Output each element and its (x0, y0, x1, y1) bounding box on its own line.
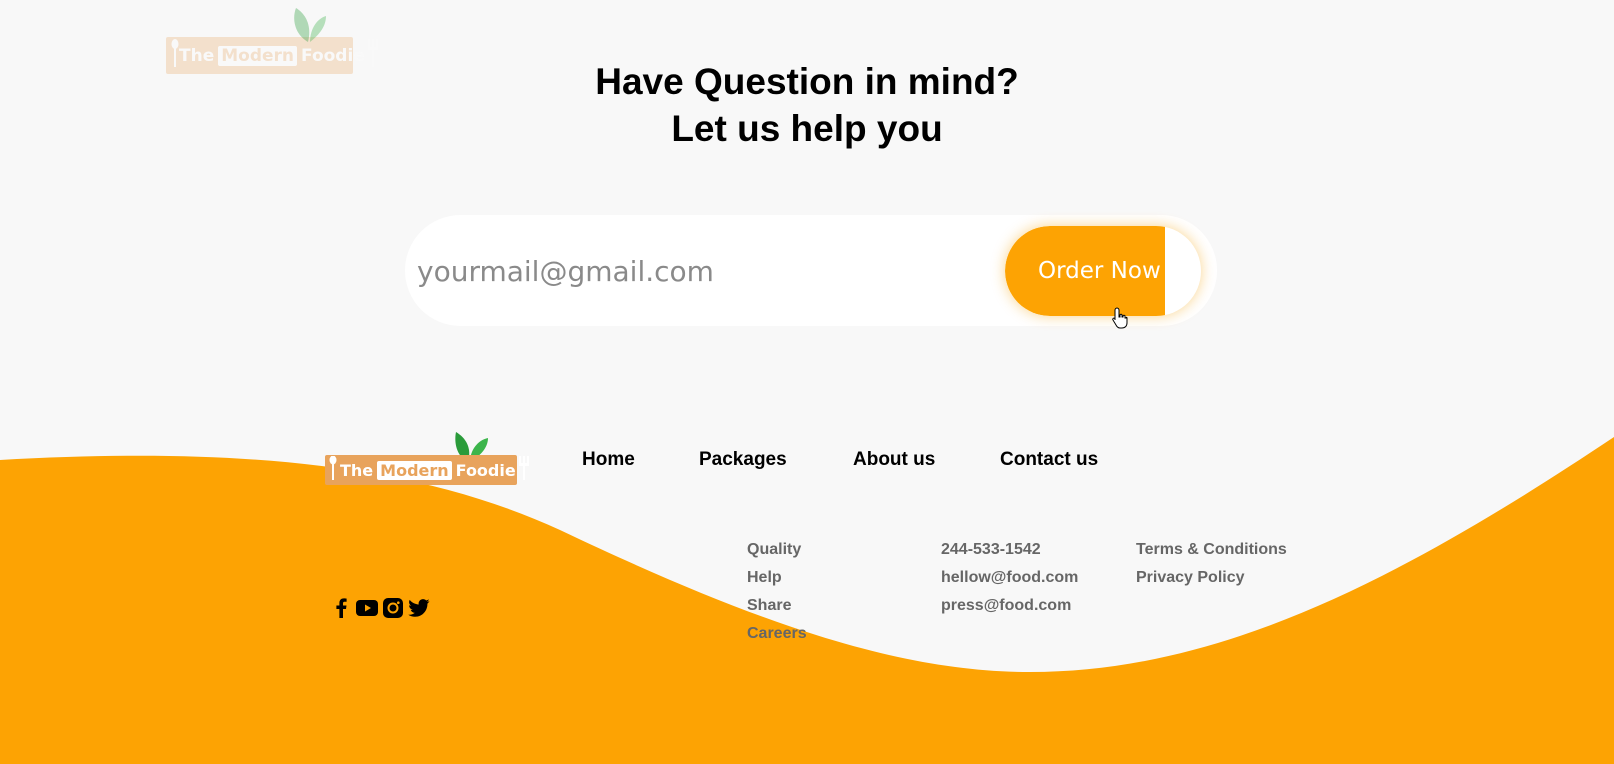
twitter-icon[interactable] (408, 597, 430, 619)
instagram-icon[interactable] (382, 597, 404, 619)
footer-link-share[interactable]: Share (747, 597, 791, 615)
hand-cursor-icon (1112, 307, 1128, 329)
fork-icon (518, 456, 529, 484)
youtube-icon[interactable] (356, 597, 378, 619)
footer-brand-logo[interactable]: The Modern Foodie (325, 455, 529, 485)
headline-line-1: Have Question in mind? (595, 61, 1019, 102)
nav-about-link[interactable]: About us (853, 449, 935, 471)
footer-link-quality[interactable]: Quality (747, 541, 801, 559)
logo-text-modern: Modern (377, 460, 452, 480)
facebook-icon[interactable] (330, 597, 352, 619)
footer-email-press[interactable]: press@food.com (941, 597, 1071, 615)
leaf-icon (294, 8, 326, 42)
footer-email-hello[interactable]: hellow@food.com (941, 569, 1078, 587)
spoon-icon (329, 455, 337, 484)
headline-line-2: Let us help you (671, 108, 943, 149)
order-now-button[interactable]: Order Now (1005, 226, 1201, 316)
email-input[interactable] (417, 246, 977, 296)
footer-link-privacy[interactable]: Privacy Policy (1136, 569, 1245, 587)
order-button-label: Order Now (1038, 258, 1161, 284)
footer-link-help[interactable]: Help (747, 569, 782, 587)
logo-text-foodie: Foodie (455, 460, 516, 480)
social-links (330, 597, 430, 619)
nav-contact-link[interactable]: Contact us (1000, 449, 1098, 471)
logo-text-the: The (340, 460, 374, 480)
nav-packages-link[interactable]: Packages (699, 449, 787, 471)
nav-home-link[interactable]: Home (582, 449, 635, 471)
footer-phone[interactable]: 244-533-1542 (941, 541, 1041, 559)
footer-link-careers[interactable]: Careers (747, 625, 807, 643)
footer-link-terms[interactable]: Terms & Conditions (1136, 541, 1287, 559)
